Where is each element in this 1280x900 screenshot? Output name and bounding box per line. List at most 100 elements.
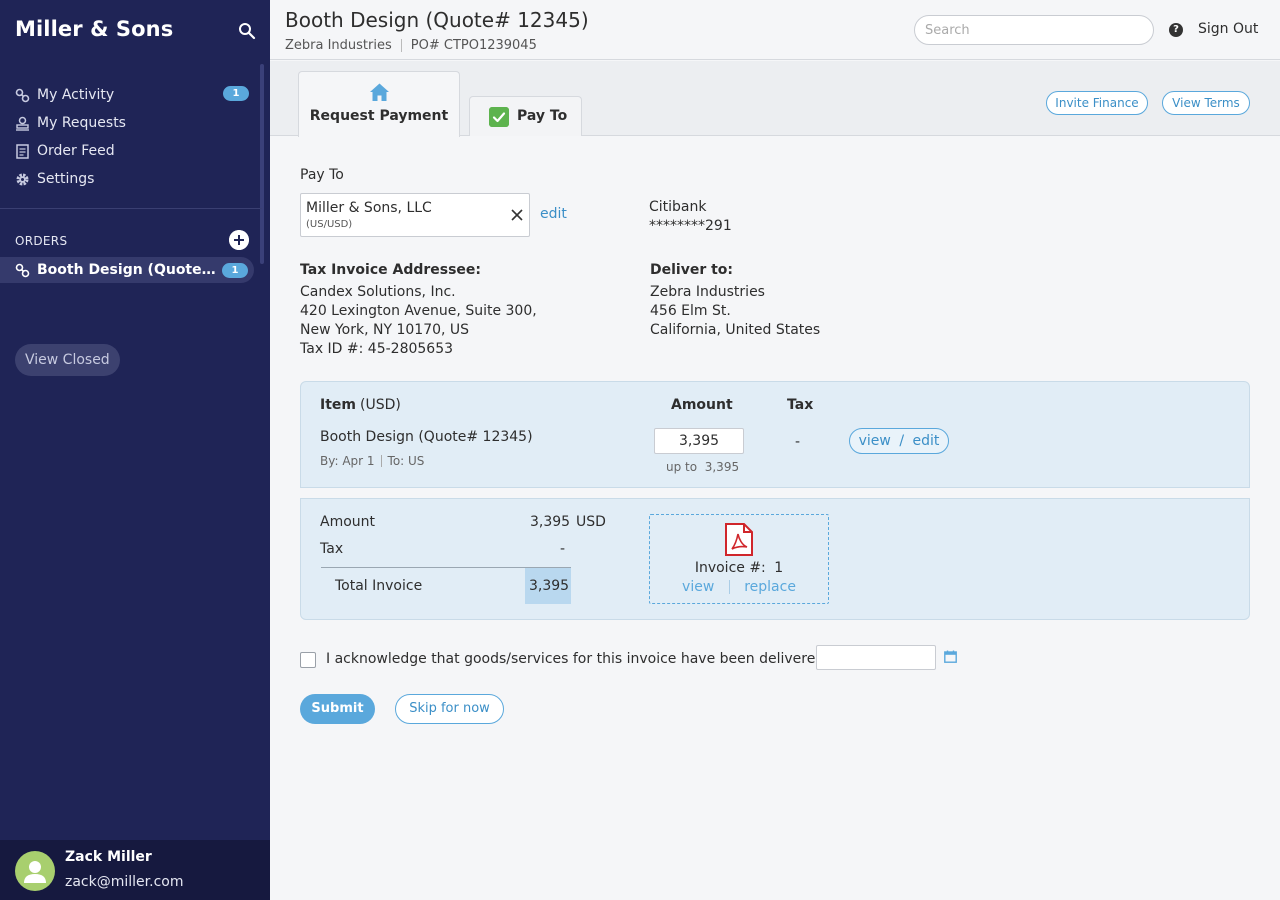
order-label: Booth Design (Quote# 12345)	[37, 262, 217, 278]
address-line: New York, NY 10170, US	[300, 322, 470, 338]
amount-value: 3,395	[530, 514, 571, 530]
sidebar-item-my-activity[interactable]: My Activity 1	[0, 81, 262, 109]
skip-button[interactable]: Skip for now	[395, 694, 504, 724]
search-icon[interactable]	[238, 22, 256, 40]
address-line: Candex Solutions, Inc.	[300, 284, 456, 300]
search-input[interactable]	[914, 15, 1154, 45]
amount-limit-value: 3,395	[704, 460, 740, 474]
gear-icon	[15, 172, 30, 187]
count-badge: 1	[222, 263, 248, 278]
tab-label: Pay To	[517, 108, 568, 124]
item-column-header: Item	[320, 397, 356, 413]
calendar-icon[interactable]	[944, 650, 957, 663]
deliver-to-address: Zebra Industries 456 Elm St. California,…	[650, 283, 820, 340]
amount-currency: USD	[576, 514, 606, 530]
address-line: 420 Lexington Avenue, Suite 300,	[300, 303, 537, 319]
divider	[0, 208, 262, 209]
user-stamp-icon	[15, 116, 30, 131]
address-line: 456 Elm St.	[650, 303, 731, 319]
address-line: Zebra Industries	[650, 284, 765, 300]
pdf-icon	[725, 523, 753, 556]
view-closed-button[interactable]: View Closed	[15, 344, 120, 376]
pay-to-select[interactable]: Miller & Sons, LLC (US/USD)	[300, 193, 530, 237]
bank-info: Citibank ********291	[649, 198, 732, 236]
totals-panel: Amount 3,395 USD Tax - Total Invoice 3,3…	[300, 498, 1250, 620]
pay-to-label: Pay To	[300, 167, 344, 183]
amount-limit-label: up to	[666, 460, 698, 474]
help-icon[interactable]: ?	[1169, 23, 1183, 37]
count-badge: 1	[223, 86, 249, 101]
line-item-tax: -	[795, 434, 801, 450]
tax-label: Tax	[320, 541, 344, 557]
sidebar-item-my-requests[interactable]: My Requests	[0, 109, 262, 137]
page-title: Booth Design (Quote# 12345)	[285, 8, 589, 32]
sidebar-item-settings[interactable]: Settings	[0, 165, 262, 193]
acknowledge-text: I acknowledge that goods/services for th…	[326, 651, 847, 667]
edit-pay-to-link[interactable]: edit	[540, 206, 567, 222]
invoice-label: Invoice #:	[694, 560, 766, 576]
acknowledge-checkbox[interactable]	[300, 652, 316, 668]
view-terms-button[interactable]: View Terms	[1162, 91, 1250, 115]
po-number: PO# CTPO1239045	[410, 38, 537, 53]
tab-pay-to[interactable]: Pay To	[469, 96, 582, 136]
link-icon	[15, 263, 30, 278]
sidebar-item-order-feed[interactable]: Order Feed	[0, 137, 262, 165]
view-edit-button[interactable]: view / edit	[849, 428, 949, 454]
tax-id: Tax ID #: 45-2805653	[300, 341, 454, 357]
tax-column-header: Tax	[787, 397, 814, 413]
line-item-name: Booth Design (Quote# 12345)	[320, 429, 533, 445]
pay-to-name: Miller & Sons, LLC	[306, 200, 432, 216]
bank-account: ********291	[649, 218, 732, 234]
check-icon	[489, 107, 509, 127]
sidebar: Miller & Sons My Activity 1 My Requests …	[0, 0, 270, 900]
sidebar-order-item[interactable]: Booth Design (Quote# 12345) 1	[0, 257, 254, 283]
amount-column-header: Amount	[671, 397, 733, 413]
sign-out-link[interactable]: Sign Out	[1198, 21, 1258, 37]
tab-request-payment[interactable]: Request Payment	[298, 71, 460, 137]
replace-invoice-link[interactable]: replace	[744, 579, 796, 595]
invoice-number-value: 1	[774, 560, 784, 576]
amount-label: Amount	[320, 514, 376, 530]
top-header: Booth Design (Quote# 12345) Zebra Indust…	[270, 0, 1280, 60]
edit-link[interactable]: edit	[912, 433, 939, 449]
breadcrumb: Zebra Industries PO# CTPO1239045	[285, 38, 537, 53]
pay-to-currency: (US/USD)	[306, 219, 353, 230]
add-order-icon[interactable]	[229, 230, 249, 250]
tax-addressee-address: Candex Solutions, Inc. 420 Lexington Ave…	[300, 283, 537, 359]
user-name: Zack Miller	[65, 849, 152, 865]
brand-name: Miller & Sons	[15, 17, 174, 41]
home-icon	[370, 83, 389, 101]
divider	[728, 580, 730, 594]
view-link[interactable]: view	[859, 433, 891, 449]
tax-addressee-label: Tax Invoice Addressee:	[300, 262, 482, 278]
link-icon	[15, 88, 30, 103]
user-email: zack@miller.com	[65, 874, 184, 890]
close-icon[interactable]	[510, 208, 524, 222]
invoice-actions: view replace	[650, 579, 828, 595]
avatar	[15, 851, 55, 891]
sidebar-item-label: My Activity	[37, 87, 115, 103]
line-item-meta: By: Apr 1 To: US	[320, 454, 424, 468]
orders-header: ORDERS	[15, 234, 68, 248]
delivery-destination: To: US	[387, 454, 425, 468]
bank-name: Citibank	[649, 199, 707, 215]
sidebar-item-label: Order Feed	[37, 143, 115, 159]
deliver-to-label: Deliver to:	[650, 262, 734, 278]
submit-button[interactable]: Submit	[300, 694, 375, 724]
sidebar-nav: My Activity 1 My Requests Order Feed Set…	[0, 81, 262, 193]
divider	[380, 455, 382, 467]
amount-limit: up to 3,395	[666, 460, 739, 474]
view-invoice-link[interactable]: view	[682, 579, 714, 595]
invite-finance-button[interactable]: Invite Finance	[1046, 91, 1148, 115]
sidebar-item-label: Settings	[37, 171, 95, 187]
delivery-date: By: Apr 1	[320, 454, 375, 468]
tab-label: Request Payment	[309, 108, 449, 124]
line-items-panel: Item (USD) Amount Tax Booth Design (Quot…	[300, 381, 1250, 488]
amount-input[interactable]	[654, 428, 744, 454]
total-invoice-label: Total Invoice	[335, 578, 423, 594]
sidebar-item-label: My Requests	[37, 115, 126, 131]
user-panel[interactable]: Zack Miller zack@miller.com	[0, 840, 270, 900]
divider	[400, 39, 402, 52]
delivery-date-input[interactable]	[816, 645, 936, 670]
invoice-upload[interactable]: Invoice #: 1 view replace	[649, 514, 829, 604]
